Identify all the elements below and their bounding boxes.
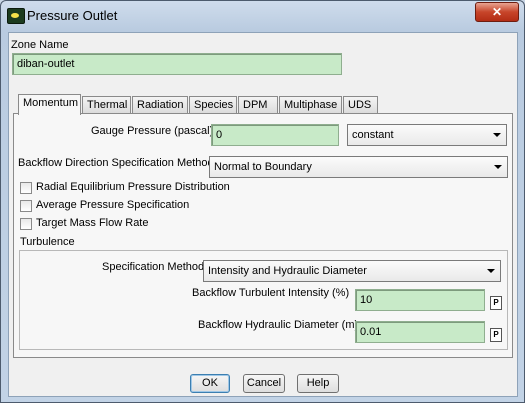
turbulent-intensity-label: Backflow Turbulent Intensity (%) <box>192 287 350 299</box>
hydraulic-diameter-input[interactable]: 0.01 <box>355 321 485 343</box>
zone-name-label: Zone Name <box>11 39 69 51</box>
radial-equilibrium-checkbox[interactable] <box>20 182 32 194</box>
dialog-body: Zone Name diban-outlet Momentum Thermal … <box>8 32 518 397</box>
tab-dpm[interactable]: DPM <box>238 96 278 113</box>
turbulence-group: Specification Method Intensity and Hydra… <box>19 250 508 350</box>
ok-button[interactable]: OK <box>190 374 230 393</box>
cancel-button[interactable]: Cancel <box>243 374 285 393</box>
zone-name-input[interactable]: diban-outlet <box>12 53 342 75</box>
chevron-down-icon <box>493 133 501 137</box>
tab-momentum[interactable]: Momentum <box>18 94 81 115</box>
intensity-parameter-button[interactable]: P <box>490 296 502 310</box>
spec-method-value: Intensity and Hydraulic Diameter <box>208 265 367 277</box>
radial-equilibrium-label: Radial Equilibrium Pressure Distribution <box>36 181 230 193</box>
help-button[interactable]: Help <box>297 374 339 393</box>
tab-radiation[interactable]: Radiation <box>132 96 188 113</box>
average-pressure-checkbox[interactable] <box>20 200 32 212</box>
target-mass-flow-label: Target Mass Flow Rate <box>36 217 149 229</box>
target-mass-flow-checkbox[interactable] <box>20 218 32 230</box>
backflow-direction-value: Normal to Boundary <box>214 161 312 173</box>
momentum-panel: Gauge Pressure (pascal) 0 constant Backf… <box>13 113 513 358</box>
average-pressure-label: Average Pressure Specification <box>36 199 190 211</box>
hydraulic-diameter-label: Backflow Hydraulic Diameter (m) <box>198 319 359 331</box>
gauge-pressure-input[interactable]: 0 <box>211 124 339 146</box>
tab-multiphase[interactable]: Multiphase <box>279 96 342 113</box>
app-icon <box>7 8 25 24</box>
title-bar[interactable]: Pressure Outlet ✕ <box>1 1 524 31</box>
backflow-direction-label: Backflow Direction Specification Method <box>18 157 214 169</box>
pressure-outlet-dialog: Pressure Outlet ✕ Zone Name diban-outlet… <box>0 0 525 403</box>
chevron-down-icon <box>494 165 502 169</box>
window-title: Pressure Outlet <box>27 8 118 23</box>
turbulence-group-label: Turbulence <box>20 236 75 248</box>
close-button[interactable]: ✕ <box>475 2 519 22</box>
backflow-direction-select[interactable]: Normal to Boundary <box>209 156 508 178</box>
gauge-pressure-label: Gauge Pressure (pascal) <box>91 125 214 137</box>
turbulent-intensity-input[interactable]: 10 <box>355 289 485 311</box>
tab-thermal[interactable]: Thermal <box>82 96 131 113</box>
chevron-down-icon <box>487 269 495 273</box>
tab-species[interactable]: Species <box>189 96 237 113</box>
spec-method-select[interactable]: Intensity and Hydraulic Diameter <box>203 260 501 282</box>
tab-uds[interactable]: UDS <box>343 96 378 113</box>
diameter-parameter-button[interactable]: P <box>490 328 502 342</box>
spec-method-label: Specification Method <box>102 261 205 273</box>
gauge-pressure-profile-select[interactable]: constant <box>347 124 507 146</box>
gauge-pressure-profile-value: constant <box>352 129 394 141</box>
